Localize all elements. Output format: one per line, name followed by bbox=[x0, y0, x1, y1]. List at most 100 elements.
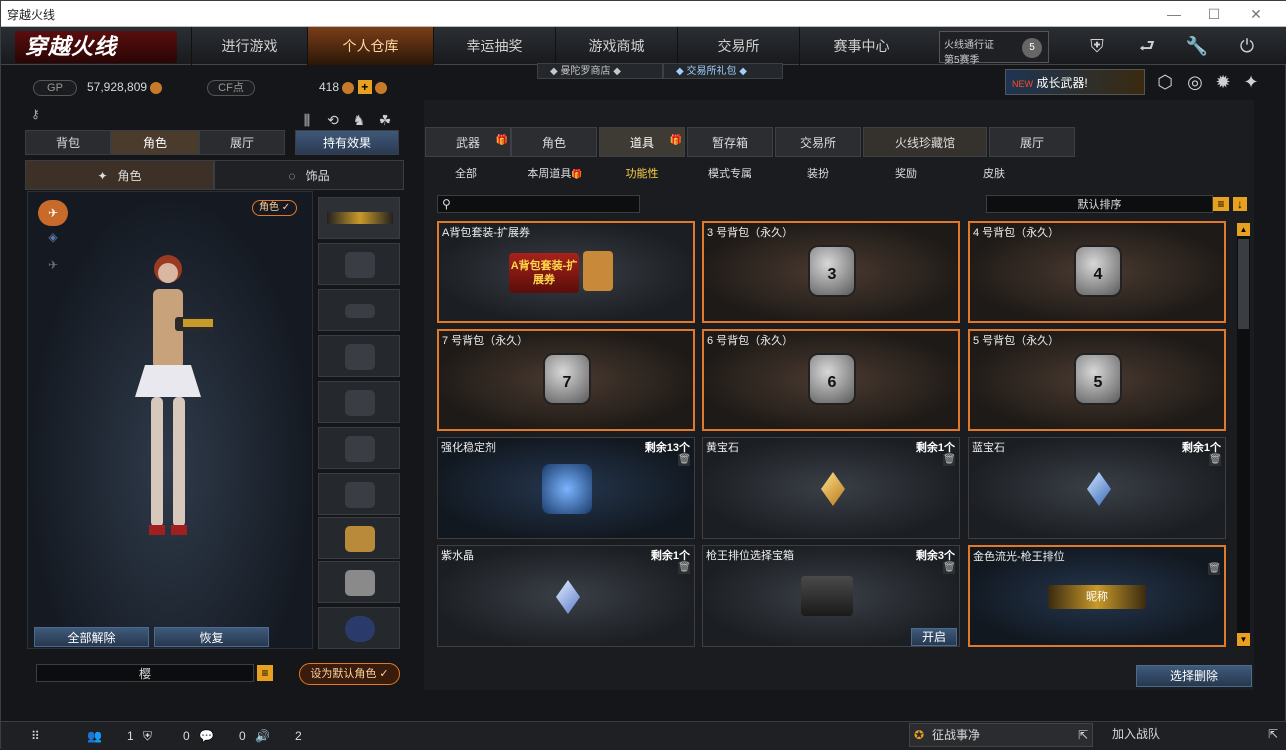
right-tab-items[interactable]: 道具 🎁 bbox=[599, 127, 685, 157]
join-team-button[interactable]: 加入战队 ⇱ bbox=[1094, 723, 1284, 747]
trash-icon[interactable]: 🗑 bbox=[1208, 563, 1221, 575]
nav-tab-play[interactable]: 进行游戏 bbox=[191, 27, 307, 65]
slot-glasses[interactable] bbox=[318, 289, 400, 331]
item-card[interactable]: 强化稳定剂 剩余13个 🗑 bbox=[437, 437, 695, 539]
right-tab-showroom[interactable]: 展厅 bbox=[989, 127, 1075, 157]
battle-pass[interactable]: 火线通行证 第5赛季 5 bbox=[939, 31, 1049, 66]
left-tab-backpack[interactable]: 背包 bbox=[25, 130, 111, 155]
expand-icon[interactable]: ⇱ bbox=[1078, 724, 1088, 746]
select-delete-button[interactable]: 选择删除 bbox=[1136, 665, 1252, 687]
scroll-down-icon[interactable]: ▼ bbox=[1237, 633, 1250, 646]
item-card[interactable]: 3 号背包（永久） 3 bbox=[702, 221, 960, 323]
item-card[interactable]: 黄宝石 剩余1个 🗑 bbox=[702, 437, 960, 539]
filter-reward[interactable]: 奖励 bbox=[871, 161, 941, 187]
right-tab-character[interactable]: 角色 bbox=[511, 127, 597, 157]
nav-tab-lottery[interactable]: 幸运抽奖 bbox=[433, 27, 555, 65]
trash-icon[interactable]: 🗑 bbox=[678, 562, 691, 574]
scroll-up-icon[interactable]: ▲ bbox=[1237, 223, 1250, 236]
slot-weapon[interactable] bbox=[318, 197, 400, 239]
clan-icon[interactable]: ⛨ bbox=[143, 729, 152, 744]
friends-icon[interactable]: 👥 bbox=[87, 729, 102, 743]
promo-banner[interactable]: NEW 成长武器! bbox=[1005, 69, 1145, 95]
right-tab-collection[interactable]: 火线珍藏馆 bbox=[863, 127, 987, 157]
target-icon[interactable]: ◎ bbox=[1181, 69, 1209, 95]
wrench-icon[interactable]: 🔧 bbox=[1183, 33, 1211, 59]
slot-vest[interactable] bbox=[318, 335, 400, 377]
speaker-icon[interactable]: 🔊 bbox=[255, 729, 270, 743]
slot-accessory-2[interactable] bbox=[318, 561, 400, 603]
trash-icon[interactable]: 🗑 bbox=[943, 454, 956, 466]
item-card[interactable]: 7 号背包（永久） 7 bbox=[437, 329, 695, 431]
filter-dress[interactable]: 装扮 bbox=[783, 161, 853, 187]
unequip-all-button[interactable]: 全部解除 bbox=[34, 627, 149, 647]
role-badge: 角色 ✓ bbox=[252, 200, 298, 216]
sort-select[interactable]: 默认排序 bbox=[986, 195, 1213, 213]
slot-legs[interactable] bbox=[318, 473, 400, 515]
left-tab-character[interactable]: 角色 bbox=[111, 130, 199, 155]
right-tab-storage[interactable]: 暂存箱 bbox=[687, 127, 773, 157]
item-card[interactable]: A背包套装-扩展券 A背包套装-扩展券 bbox=[437, 221, 695, 323]
character-preview[interactable]: ✈ ◈ ✈ 角色 ✓ bbox=[27, 191, 313, 649]
effects-button[interactable]: 持有效果 bbox=[295, 130, 399, 155]
nav-tab-events[interactable]: 赛事中心 bbox=[799, 27, 923, 65]
nav-tab-shop[interactable]: 游戏商城 bbox=[555, 27, 677, 65]
item-card[interactable]: 4 号背包（永久） 4 bbox=[968, 221, 1226, 323]
badge-icon[interactable]: ⬡ bbox=[1151, 69, 1179, 95]
restore-button[interactable]: 恢复 bbox=[154, 627, 269, 647]
power-icon[interactable]: ⏻ bbox=[1233, 33, 1261, 59]
recharge-plus-icon[interactable]: + bbox=[357, 80, 372, 94]
bomb-icon[interactable]: ✹ bbox=[1209, 69, 1237, 95]
subtab-accessory[interactable]: ◌ 饰品 bbox=[214, 160, 404, 190]
trash-icon[interactable]: 🗑 bbox=[943, 562, 956, 574]
window-title: 穿越火线 bbox=[7, 8, 56, 22]
sort-down-icon[interactable]: ↓ bbox=[1233, 197, 1247, 211]
role-type-icon-2[interactable]: ◈ bbox=[38, 230, 68, 252]
subnav-mandala-shop[interactable]: ◆ 曼陀罗商店 ◆ bbox=[537, 63, 663, 79]
chat-icon[interactable]: 💬 bbox=[199, 729, 214, 743]
subnav-exchange-pack[interactable]: ◆ 交易所礼包 ◆ bbox=[663, 63, 783, 79]
nav-tab-exchange[interactable]: 交易所 bbox=[677, 27, 799, 65]
zhanzhan-button[interactable]: ✪ 征战事净 ⇱ bbox=[909, 723, 1093, 747]
set-default-button[interactable]: 设为默认角色 ✓ bbox=[299, 663, 400, 685]
left-tab-showroom[interactable]: 展厅 bbox=[199, 130, 285, 155]
menu-icon[interactable]: ≡ bbox=[257, 665, 273, 681]
trash-icon[interactable]: 🗑 bbox=[1209, 454, 1222, 466]
scroll-thumb[interactable] bbox=[1238, 239, 1249, 329]
list-view-icon[interactable]: ≡ bbox=[1213, 197, 1229, 211]
menu-grid-icon[interactable]: ⠿ bbox=[31, 729, 40, 743]
shield-icon[interactable]: ⛨ bbox=[1083, 33, 1111, 59]
slot-armor[interactable] bbox=[318, 381, 400, 423]
subtab-character[interactable]: ✦ 角色 bbox=[25, 160, 214, 190]
filter-all[interactable]: 全部 bbox=[431, 161, 501, 187]
item-card[interactable]: 枪王排位选择宝箱 剩余3个 🗑 开启 bbox=[702, 545, 960, 647]
filter-functional[interactable]: 功能性 bbox=[607, 161, 677, 187]
search-input[interactable]: ⚲ bbox=[437, 195, 640, 213]
expand-icon[interactable]: ⇱ bbox=[1268, 723, 1278, 745]
trash-icon[interactable]: 🗑 bbox=[678, 454, 691, 466]
character-name-field[interactable]: 樱 bbox=[36, 664, 254, 682]
return-icon[interactable]: ⮐ bbox=[1133, 33, 1161, 59]
gift-coin-icon[interactable] bbox=[375, 81, 388, 94]
item-card[interactable]: 5 号背包（永久） 5 bbox=[968, 329, 1226, 431]
item-card[interactable]: 6 号背包（永久） 6 bbox=[702, 329, 960, 431]
minimize-button[interactable]: — bbox=[1159, 4, 1189, 24]
item-card[interactable]: 金色流光-枪王排位 🗑 昵称 bbox=[968, 545, 1226, 647]
filter-skin[interactable]: 皮肤 bbox=[959, 161, 1029, 187]
slot-head[interactable] bbox=[318, 243, 400, 285]
close-button[interactable]: ✕ bbox=[1241, 4, 1271, 24]
item-card[interactable]: 紫水晶 剩余1个 🗑 bbox=[437, 545, 695, 647]
role-type-icon-3[interactable]: ✈ bbox=[38, 258, 68, 280]
right-tab-exchange[interactable]: 交易所 bbox=[775, 127, 861, 157]
filter-mode[interactable]: 模式专属 bbox=[695, 161, 765, 187]
slot-body[interactable] bbox=[318, 427, 400, 469]
role-type-icon-1[interactable]: ✈ bbox=[38, 200, 68, 226]
maximize-button[interactable]: ☐ bbox=[1199, 4, 1229, 24]
slot-accessory-1[interactable] bbox=[318, 517, 400, 559]
open-button[interactable]: 开启 bbox=[911, 628, 957, 646]
filter-weekly[interactable]: 本周道具🎁 bbox=[517, 161, 593, 187]
wing-icon[interactable]: ✦ bbox=[1237, 69, 1265, 95]
slot-accessory-3[interactable] bbox=[318, 607, 400, 649]
item-card[interactable]: 蓝宝石 剩余1个 🗑 bbox=[968, 437, 1226, 539]
nav-tab-inventory[interactable]: 个人仓库 bbox=[307, 27, 433, 65]
right-tab-weapon[interactable]: 武器 🎁 bbox=[425, 127, 511, 157]
